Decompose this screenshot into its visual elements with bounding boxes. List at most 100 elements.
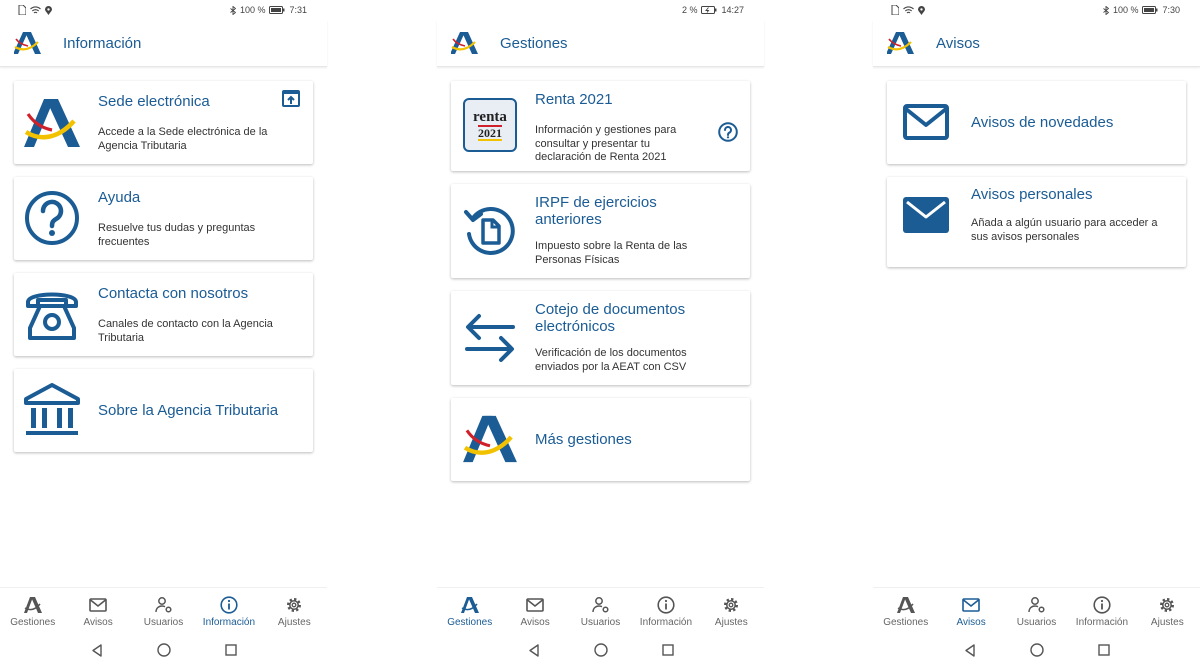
renta-badge-word: renta: [473, 108, 507, 125]
page-title: Avisos: [936, 34, 980, 52]
open-external-icon[interactable]: [282, 90, 300, 107]
aeat-logo-icon: [896, 597, 915, 613]
back-icon[interactable]: [91, 643, 103, 657]
nav-label: Avisos: [520, 617, 550, 628]
envelope-filled-icon: [903, 197, 949, 233]
nav-informacion[interactable]: Información: [196, 588, 261, 631]
app-bar: Avisos: [873, 20, 1200, 67]
status-bar: 100 % 7:30: [873, 0, 1200, 20]
recents-icon[interactable]: [661, 644, 674, 656]
battery-percent: 100 %: [1112, 5, 1139, 15]
card-description: Añada a algún usuario para acceder a sus…: [971, 217, 1158, 243]
bottom-navigation: Gestiones Avisos Usuarios Información Aj…: [0, 587, 327, 631]
swap-arrows-icon: [465, 314, 515, 362]
phone-screen-informacion: 100 % 7:31 Información Sede electrónica …: [0, 0, 327, 668]
card-title: Sobre la Agencia Tributaria: [98, 402, 279, 419]
home-icon[interactable]: [1029, 643, 1044, 657]
phone-screen-avisos: 100 % 7:30 Avisos Avisos de novedades Av…: [873, 0, 1200, 668]
location-icon: [918, 5, 925, 15]
nav-label: Ajustes: [714, 617, 748, 628]
nav-ajustes[interactable]: Ajustes: [1135, 588, 1200, 631]
user-settings-icon: [154, 597, 172, 613]
clock: 7:30: [1162, 5, 1180, 15]
envelope-icon: [89, 598, 107, 612]
card-renta-2021[interactable]: renta 2021 Renta 2021 Información y gest…: [451, 81, 750, 171]
aeat-logo-icon: [14, 32, 41, 54]
info-icon: [1093, 596, 1111, 614]
info-icon: [657, 596, 675, 614]
aeat-logo-icon: [23, 597, 42, 613]
nav-avisos[interactable]: Avisos: [502, 588, 567, 631]
nav-informacion[interactable]: Información: [633, 588, 698, 631]
card-title: Más gestiones: [535, 431, 632, 448]
card-irpf-anteriores[interactable]: IRPF de ejercicios anteriores Impuesto s…: [451, 184, 750, 278]
card-title: Renta 2021: [535, 91, 613, 108]
nav-label: Ajustes: [277, 617, 311, 628]
nav-ajustes[interactable]: Ajustes: [262, 588, 327, 631]
card-title: Avisos personales: [971, 186, 1093, 203]
gear-icon: [1160, 598, 1175, 612]
card-cotejo-documentos[interactable]: Cotejo de documentos electrónicos Verifi…: [451, 291, 750, 385]
system-navigation: [437, 636, 764, 664]
card-avisos-personales[interactable]: Avisos personales Añada a algún usuario …: [887, 177, 1186, 267]
aeat-logo-icon: [887, 32, 914, 54]
system-navigation: [873, 636, 1200, 664]
nav-usuarios[interactable]: Usuarios: [568, 588, 633, 631]
back-icon[interactable]: [964, 643, 976, 657]
card-ayuda[interactable]: Ayuda Resuelve tus dudas y preguntas fre…: [14, 177, 313, 260]
nav-label: Información: [639, 617, 693, 628]
card-description: Información y gestiones para consultar y…: [535, 124, 677, 163]
nav-label: Gestiones: [883, 617, 929, 628]
nav-avisos[interactable]: Avisos: [65, 588, 130, 631]
envelope-outline-icon: [903, 104, 949, 140]
aeat-logo-icon: [460, 597, 479, 613]
card-title: Contacta con nosotros: [98, 285, 249, 302]
bluetooth-icon: [230, 5, 236, 15]
card-title: Avisos de novedades: [971, 114, 1114, 131]
card-description: Verificación de los documentos enviados …: [535, 347, 687, 373]
card-sede-electronica[interactable]: Sede electrónica Accede a la Sede electr…: [14, 81, 313, 164]
card-sobre-agencia[interactable]: Sobre la Agencia Tributaria: [14, 369, 313, 452]
card-description: Resuelve tus dudas y preguntas frecuente…: [98, 222, 256, 248]
back-icon[interactable]: [528, 643, 540, 657]
nav-usuarios[interactable]: Usuarios: [1004, 588, 1069, 631]
nav-informacion[interactable]: Información: [1069, 588, 1134, 631]
status-bar: 100 % 7:31: [0, 0, 327, 20]
recents-icon[interactable]: [1097, 644, 1110, 656]
nav-gestiones[interactable]: Gestiones: [0, 588, 65, 631]
screenshot-composite: 100 % 7:31 Información Sede electrónica …: [0, 0, 1200, 668]
app-bar: Información: [0, 20, 327, 67]
nav-label: Avisos: [83, 617, 113, 628]
card-title: Cotejo de documentos electrónicos: [535, 301, 686, 335]
nav-label: Avisos: [956, 617, 986, 628]
nav-gestiones[interactable]: Gestiones: [873, 588, 938, 631]
bluetooth-icon: [1103, 5, 1109, 15]
card-avisos-novedades[interactable]: Avisos de novedades: [887, 81, 1186, 164]
renta-2021-icon: renta 2021: [463, 98, 517, 152]
card-contacta[interactable]: Contacta con nosotros Canales de contact…: [14, 273, 313, 356]
nav-label: Ajustes: [1150, 617, 1184, 628]
nav-ajustes[interactable]: Ajustes: [699, 588, 764, 631]
nav-label: Información: [202, 617, 256, 628]
aeat-logo-icon: [451, 32, 478, 54]
nav-label: Gestiones: [10, 617, 56, 628]
wifi-icon: [30, 5, 41, 13]
help-icon[interactable]: [718, 122, 738, 142]
user-settings-icon: [1027, 597, 1045, 613]
card-title: IRPF de ejercicios anteriores: [535, 194, 657, 228]
home-icon[interactable]: [156, 643, 171, 657]
sim-icon: [18, 5, 26, 15]
help-circle-icon: [25, 191, 79, 245]
battery-percent: 2 %: [681, 5, 698, 15]
nav-avisos[interactable]: Avisos: [938, 588, 1003, 631]
gear-icon: [724, 598, 739, 612]
envelope-icon: [962, 598, 980, 612]
recents-icon[interactable]: [224, 644, 237, 656]
status-bar: 2 % 14:27: [437, 0, 764, 20]
user-settings-icon: [591, 597, 609, 613]
home-icon[interactable]: [593, 643, 608, 657]
card-mas-gestiones[interactable]: Más gestiones: [451, 398, 750, 481]
nav-usuarios[interactable]: Usuarios: [131, 588, 196, 631]
bottom-navigation: Gestiones Avisos Usuarios Información Aj…: [437, 587, 764, 631]
nav-gestiones[interactable]: Gestiones: [437, 588, 502, 631]
